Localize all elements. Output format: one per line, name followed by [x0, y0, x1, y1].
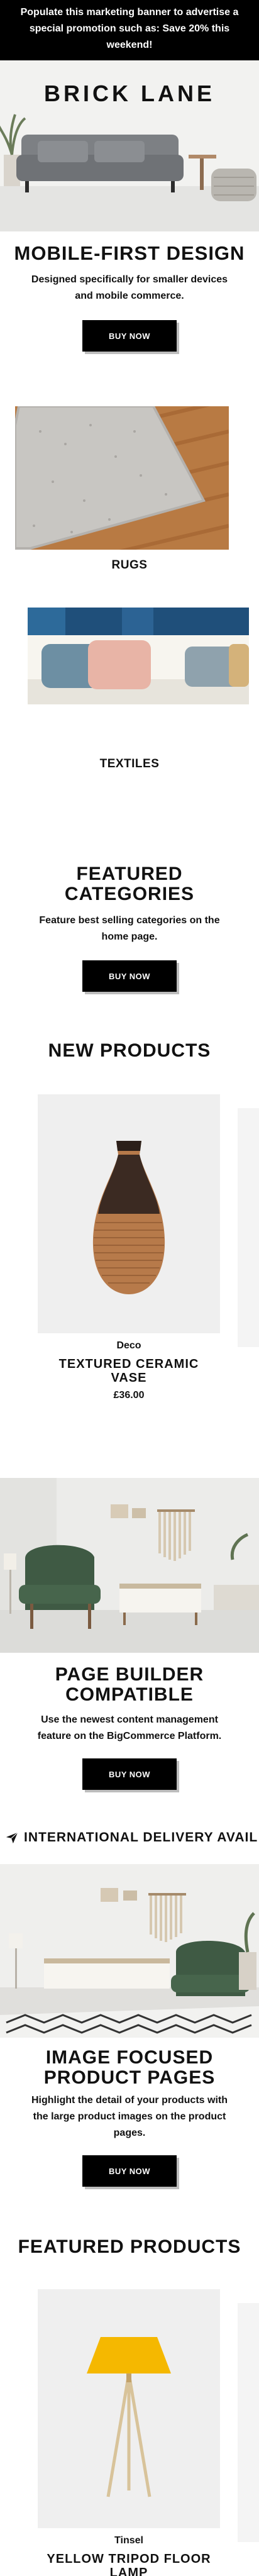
- hero-title: MOBILE-FIRST DESIGN: [14, 242, 245, 264]
- ceramic-vase-photo: [38, 1094, 220, 1333]
- product-card-next-peek[interactable]: [238, 1108, 259, 1347]
- rugs-category-image[interactable]: [15, 406, 229, 550]
- featured-product-card-image[interactable]: [38, 2289, 220, 2528]
- featured-categories-title-line-1: FEATURED: [76, 863, 183, 884]
- featured-categories-buy-now-button[interactable]: BUY NOW: [82, 960, 177, 992]
- page-builder-subtitle-line-1: Use the newest content management: [41, 1714, 218, 1725]
- product-name-line-1[interactable]: TEXTURED CERAMIC: [35, 1357, 223, 1371]
- product-name-line-2[interactable]: VASE: [35, 1371, 223, 1385]
- featured-product-name-line-1[interactable]: YELLOW TRIPOD FLOOR: [35, 2552, 223, 2566]
- yellow-tripod-lamp-photo: [38, 2289, 220, 2528]
- promo-line-2: special promotion such as: Save 20% this: [29, 23, 230, 34]
- living-room-rug-photo: [0, 1864, 259, 2038]
- product-price: £36.00: [113, 1390, 145, 1401]
- new-products-title: NEW PRODUCTS: [48, 1040, 211, 1061]
- image-focused-title-line-1: IMAGE FOCUSED: [45, 2047, 214, 2068]
- category-label-textiles[interactable]: TEXTILES: [0, 757, 259, 771]
- delivery-ticker-text: INTERNATIONAL DELIVERY AVAIL: [24, 1830, 258, 1845]
- featured-categories-subtitle-line-1: Feature best selling categories on the: [39, 915, 220, 926]
- image-focused-image: [0, 1864, 259, 2038]
- featured-product-name-line-2[interactable]: LAMP: [35, 2566, 223, 2576]
- store-logo[interactable]: BRICK LANE: [0, 80, 259, 107]
- promo-banner: Populate this marketing banner to advert…: [0, 0, 259, 60]
- pillows-photo: [28, 608, 249, 704]
- page-builder-buy-now-button[interactable]: BUY NOW: [82, 1758, 177, 1790]
- hero-subtitle-line-2: and mobile commerce.: [75, 291, 184, 301]
- green-chair-room-photo: [0, 1478, 259, 1653]
- promo-line-3: weekend!: [106, 40, 153, 50]
- featured-products-title: FEATURED PRODUCTS: [18, 2236, 241, 2257]
- rug-photo: [15, 406, 229, 550]
- image-focused-title-line-2: PRODUCT PAGES: [43, 2067, 216, 2088]
- image-focused-subtitle-line-3: pages.: [113, 2128, 146, 2138]
- product-card-image[interactable]: [38, 1094, 220, 1333]
- hero-subtitle-line-1: Designed specifically for smaller device…: [31, 274, 228, 285]
- featured-categories-subtitle-line-2: home page.: [101, 931, 158, 942]
- category-label-rugs[interactable]: RUGS: [0, 558, 259, 572]
- image-focused-subtitle-line-2: the large product images on the product: [33, 2111, 226, 2122]
- featured-product-card-next-peek[interactable]: [238, 2303, 259, 2542]
- page-builder-subtitle-line-2: feature on the BigCommerce Platform.: [37, 1731, 222, 1741]
- hero-buy-now-button[interactable]: BUY NOW: [82, 320, 177, 352]
- promo-line-1: Populate this marketing banner to advert…: [20, 7, 239, 18]
- image-focused-buy-now-button[interactable]: BUY NOW: [82, 2155, 177, 2187]
- product-brand[interactable]: Deco: [35, 1340, 223, 1352]
- textiles-category-image[interactable]: [28, 608, 249, 704]
- page-builder-title-line-2: COMPATIBLE: [65, 1684, 194, 1705]
- delivery-ticker: INTERNATIONAL DELIVERY AVAIL: [0, 1826, 259, 1849]
- page-builder-title-line-1: PAGE BUILDER: [55, 1664, 204, 1685]
- featured-product-brand[interactable]: Tinsel: [35, 2535, 223, 2546]
- page-builder-image: [0, 1478, 259, 1653]
- paper-plane-icon: [6, 1832, 18, 1844]
- featured-categories-title-line-2: CATEGORIES: [64, 884, 195, 904]
- image-focused-subtitle-line-1: Highlight the detail of your products wi…: [31, 2095, 228, 2106]
